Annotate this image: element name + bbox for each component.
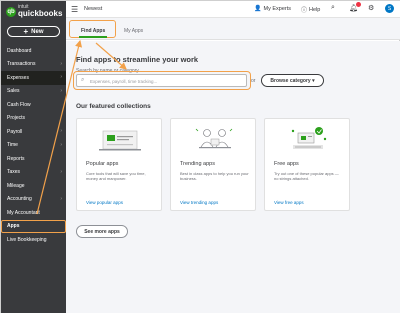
chevron-right-icon: › (60, 87, 62, 94)
search-input[interactable] (90, 76, 240, 86)
sidebar-item-label: Expenses (7, 74, 29, 81)
featured-heading: Our featured collections (76, 103, 151, 110)
sidebar-item-transactions[interactable]: Transactions › (1, 58, 66, 72)
sidebar-item-expenses[interactable]: Expenses › (1, 71, 66, 85)
sidebar-nav: Dashboard Transactions › Expenses › Sales ›… (1, 44, 66, 247)
trending-apps-card[interactable]: Trending apps Best in class apps to help… (170, 118, 256, 211)
sidebar-item-payroll[interactable]: Payroll › (1, 125, 66, 139)
trending-apps-illustration (195, 128, 233, 149)
sidebar-item-label: Sales (7, 88, 20, 95)
card-title: Trending apps (180, 161, 215, 167)
plus-icon: + (23, 26, 29, 36)
sidebar-item-time[interactable]: Time › (1, 139, 66, 153)
help-label: Help (309, 6, 321, 13)
my-experts-button[interactable]: 👤 My Experts (254, 5, 291, 13)
chevron-right-icon: › (60, 74, 62, 80)
sidebar-item-label: Payroll (7, 128, 23, 135)
sidebar-item-accounting[interactable]: Accounting › (1, 193, 66, 207)
help-icon: ⓘ (301, 8, 308, 14)
card-description: Try out one of these popular apps — no s… (274, 171, 339, 182)
sidebar-item-live-bookkeeping[interactable]: Live Bookkeeping (1, 233, 66, 247)
sidebar-item-apps[interactable]: Apps (1, 219, 66, 233)
card-description: Core tools that will save you time, mone… (86, 171, 146, 182)
sidebar: qb intuit quickbooks + New Dashboard Tra… (1, 1, 66, 313)
see-more-apps-button[interactable]: See more apps (76, 225, 128, 238)
person-icon: 👤 (254, 6, 262, 12)
popular-apps-card[interactable]: Popular apps Core tools that will save y… (76, 118, 162, 211)
sidebar-item-reports[interactable]: Reports (1, 152, 66, 166)
sidebar-item-label: Transactions (7, 61, 36, 68)
sidebar-item-label: Projects (7, 115, 26, 122)
sidebar-item-sales[interactable]: Sales › (1, 85, 66, 99)
top-bar: ☰ Newest 👤 My Experts ⓘ Help ⌕ 🔔︎ ⚙ S (66, 1, 400, 18)
gear-icon[interactable]: ⚙ (368, 4, 374, 12)
qb-logo-icon: qb (6, 6, 16, 17)
new-button-label: New (31, 28, 44, 35)
notification-badge (356, 2, 361, 7)
card-title: Free apps (274, 161, 299, 167)
sidebar-item-label: Live Bookkeeping (7, 236, 47, 243)
browse-category-button[interactable]: Browse category ▾ (261, 74, 324, 87)
page-title: Find apps to streamline your work (76, 55, 199, 64)
my-experts-label: My Experts (263, 5, 291, 12)
sidebar-item-taxes[interactable]: Taxes › (1, 166, 66, 180)
tab-find-apps[interactable]: Find Apps (81, 28, 105, 34)
app-window: qb intuit quickbooks + New Dashboard Tra… (0, 0, 400, 313)
view-trending-apps-link[interactable]: View trending apps (180, 200, 218, 205)
active-tab-indicator (79, 36, 107, 38)
tab-my-apps[interactable]: My Apps (124, 28, 143, 34)
sidebar-item-label: Reports (7, 155, 25, 162)
chevron-right-icon: › (60, 195, 62, 202)
card-description: Best in class apps to help you run your … (180, 171, 249, 182)
sidebar-item-label: Dashboard (7, 47, 32, 54)
main-content: Find apps to streamline your work Search… (66, 41, 400, 313)
or-separator: or (251, 78, 256, 84)
tab-bar: Find Apps My Apps (66, 18, 400, 40)
view-popular-apps-link[interactable]: View popular apps (86, 200, 123, 205)
sidebar-item-label: My Accountant (7, 209, 40, 216)
search-field[interactable]: ⌕ (76, 74, 247, 87)
sidebar-item-cash-flow[interactable]: Cash Flow (1, 98, 66, 112)
chevron-right-icon: › (60, 141, 62, 148)
sidebar-item-label: Accounting (7, 196, 32, 203)
sidebar-item-projects[interactable]: Projects (1, 112, 66, 126)
sidebar-item-label: Cash Flow (7, 101, 31, 108)
menu-icon[interactable]: ☰ (71, 5, 78, 14)
sidebar-item-label: Mileage (7, 182, 25, 189)
company-name: Newest (84, 6, 103, 12)
chevron-right-icon: › (60, 168, 62, 175)
sidebar-item-my-accountant[interactable]: My Accountant (1, 206, 66, 220)
card-title: Popular apps (86, 161, 119, 167)
sidebar-item-label: Taxes (7, 169, 21, 176)
new-button[interactable]: + New (7, 26, 60, 37)
sidebar-item-dashboard[interactable]: Dashboard (1, 44, 66, 58)
logo-product: quickbooks (18, 9, 63, 18)
search-icon[interactable]: ⌕ (331, 4, 335, 12)
view-free-apps-link[interactable]: View free apps (274, 200, 304, 205)
chevron-right-icon: › (60, 60, 62, 67)
sidebar-item-label: Apps (7, 223, 20, 230)
popular-apps-illustration (99, 130, 141, 151)
search-icon: ⌕ (81, 77, 85, 83)
chevron-right-icon: › (60, 128, 62, 134)
free-apps-illustration (291, 127, 327, 149)
avatar[interactable]: S (385, 4, 394, 13)
sidebar-item-mileage[interactable]: Mileage (1, 179, 66, 193)
help-button[interactable]: ⓘ Help (301, 5, 321, 15)
sidebar-item-label: Time (7, 142, 18, 149)
quickbooks-logo[interactable]: qb intuit quickbooks (6, 5, 62, 18)
free-apps-card[interactable]: Free apps Try out one of these popular a… (264, 118, 350, 211)
